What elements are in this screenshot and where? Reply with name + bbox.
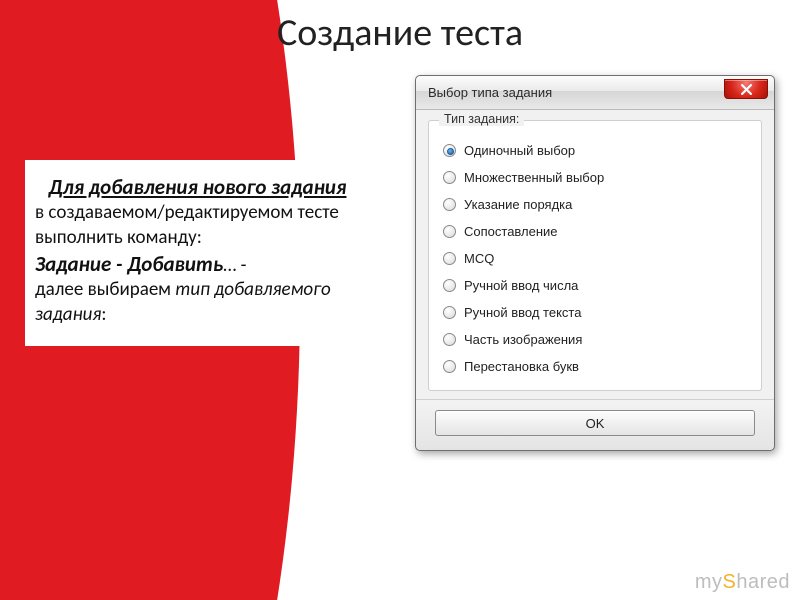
radio-label: MCQ (464, 251, 494, 266)
radio-label: Одиночный выбор (464, 143, 575, 158)
radio-label: Сопоставление (464, 224, 558, 239)
watermark-pre: my (695, 571, 723, 593)
task-type-group: Тип задания: Одиночный выборМножественны… (428, 120, 762, 391)
radio-list: Одиночный выбор Множественный выбор Указан… (441, 137, 749, 380)
radio-icon (443, 252, 456, 265)
radio-icon (443, 360, 456, 373)
radio-icon (443, 171, 456, 184)
radio-label: Ручной ввод текста (464, 305, 581, 320)
instruction-heading: Для добавления нового задания (35, 174, 360, 201)
radio-icon (443, 225, 456, 238)
instruction-line1: в создаваемом/редактируемом тесте выполн… (35, 201, 339, 249)
slide: Создание теста Для добавления нового зад… (0, 0, 800, 600)
dialog-titlebar[interactable]: Выбор типа задания (416, 76, 774, 110)
radio-label: Указание порядка (464, 197, 572, 212)
radio-option[interactable]: Ручной ввод числа (441, 272, 749, 299)
dialog-button-bar: OK (416, 399, 774, 450)
instruction-ellipsis: … - (223, 254, 246, 277)
radio-label: Ручной ввод числа (464, 278, 578, 293)
watermark-accent: S (723, 571, 737, 593)
instruction-body: в создаваемом/редактируемом тесте выполн… (35, 201, 360, 327)
ok-button[interactable]: OK (435, 410, 755, 436)
radio-icon (443, 333, 456, 346)
close-button[interactable] (724, 79, 768, 99)
radio-icon (443, 306, 456, 319)
instruction-command: Задание - Добавить (35, 251, 223, 277)
radio-option[interactable]: Множественный выбор (441, 164, 749, 191)
watermark: myShared (695, 571, 790, 594)
radio-option[interactable]: Указание порядка (441, 191, 749, 218)
radio-label: Часть изображения (464, 332, 582, 347)
radio-option[interactable]: Перестановка букв (441, 353, 749, 380)
instruction-line2c: : (101, 303, 106, 326)
slide-title: Создание теста (0, 10, 800, 56)
radio-icon (443, 279, 456, 292)
task-type-dialog: Выбор типа задания Тип задания: Одиночны… (415, 75, 775, 451)
radio-option[interactable]: Одиночный выбор (441, 137, 749, 164)
radio-option[interactable]: MCQ (441, 245, 749, 272)
group-legend: Тип задания: (439, 112, 524, 126)
instruction-line2a: далее выбираем (35, 278, 175, 301)
radio-icon (443, 198, 456, 211)
dialog-title: Выбор типа задания (428, 85, 552, 100)
radio-option[interactable]: Ручной ввод текста (441, 299, 749, 326)
radio-icon (443, 144, 456, 157)
radio-option[interactable]: Сопоставление (441, 218, 749, 245)
radio-option[interactable]: Часть изображения (441, 326, 749, 353)
instruction-card: Для добавления нового задания в создавае… (25, 160, 370, 346)
close-icon (741, 84, 752, 95)
radio-label: Множественный выбор (464, 170, 604, 185)
watermark-post: hared (736, 571, 790, 593)
radio-label: Перестановка букв (464, 359, 579, 374)
